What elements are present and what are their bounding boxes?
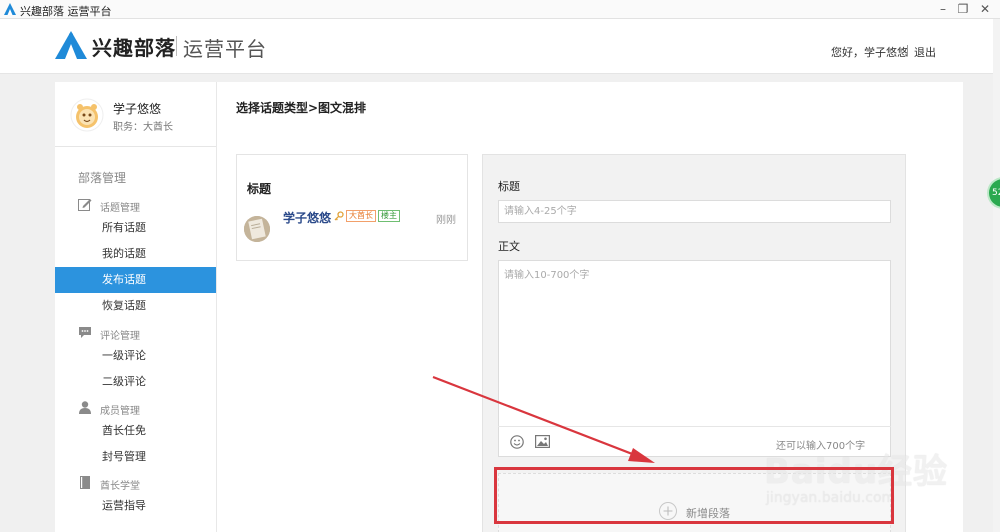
menu-item-all-topics[interactable]: 所有话题: [55, 215, 216, 241]
image-icon[interactable]: [535, 435, 550, 448]
breadcrumb: 选择话题类型>图文混排: [236, 101, 367, 115]
window-titlebar: 兴趣部落 运营平台 – ❐ ✕: [0, 0, 1000, 19]
menu-item-level2-comments[interactable]: 二级评论: [55, 369, 216, 395]
user-icon: [79, 401, 91, 414]
menu-item-restore-topic[interactable]: 恢复话题: [55, 293, 216, 319]
editor-toolbar: 还可以输入700个字: [498, 426, 891, 457]
chief-badge: 大酋长: [346, 210, 376, 222]
menu-item-my-topics[interactable]: 我的话题: [55, 241, 216, 267]
book-icon: [80, 476, 90, 489]
main-panel: 选择话题类型>图文混排 标题 学子悠悠 大酋长 楼主 刚刚 标题 请输入4-25…: [216, 82, 963, 532]
greeting-text: 您好，学子悠悠: [831, 46, 908, 59]
preview-title: 标题: [247, 182, 272, 196]
logo-subtitle: 运营平台: [183, 37, 267, 61]
title-label: 标题: [498, 180, 520, 193]
menu-item-chief-appoint[interactable]: 酋长任免: [55, 418, 216, 444]
title-input[interactable]: 请输入4-25个字: [498, 200, 891, 223]
section-title: 部落管理: [78, 171, 127, 185]
owner-badge: 楼主: [378, 210, 400, 222]
header-divider: [907, 45, 908, 56]
menu-item-publish-topic[interactable]: 发布话题: [55, 267, 216, 293]
body-label: 正文: [498, 240, 520, 253]
user-role: 职务：大酋长: [113, 122, 173, 133]
user-profile: 学子悠悠 职务：大酋长: [55, 82, 216, 147]
menu-item-level1-comments[interactable]: 一级评论: [55, 343, 216, 369]
menu-item-ban-manage[interactable]: 封号管理: [55, 444, 216, 470]
user-name: 学子悠悠: [113, 102, 162, 116]
preview-author: 学子悠悠: [283, 211, 332, 225]
menu-group-label: 成员管理: [100, 406, 140, 417]
sidebar: 学子悠悠 职务：大酋长 部落管理 话题管理 所有话题 我的话题 发布话题 恢复话…: [55, 82, 216, 532]
float-badge[interactable]: 52: [987, 177, 1000, 209]
preview-avatar: [244, 216, 270, 242]
preview-time: 刚刚: [436, 215, 456, 226]
logo-divider: [176, 36, 177, 56]
app-header: 兴趣部落 运营平台 您好，学子悠悠 退出: [0, 19, 993, 74]
body-placeholder: 请输入10-700个字: [504, 270, 590, 281]
app-icon: [4, 3, 16, 15]
menu-group-label: 评论管理: [100, 331, 140, 342]
window-title: 兴趣部落 运营平台: [20, 5, 112, 18]
close-icon[interactable]: ✕: [977, 1, 993, 17]
menu-group-label: 话题管理: [100, 203, 140, 214]
logout-link[interactable]: 退出: [914, 44, 936, 60]
char-count: 还可以输入700个字: [776, 441, 866, 452]
annotation-highlight-box: [494, 467, 894, 524]
logo-icon: [55, 31, 87, 59]
vertical-scrollbar[interactable]: [993, 19, 1000, 532]
minimize-icon[interactable]: –: [935, 1, 951, 17]
edit-icon: [78, 199, 92, 211]
avatar[interactable]: [70, 98, 104, 132]
key-icon: [334, 211, 344, 221]
comment-icon: [79, 327, 91, 338]
emoji-icon[interactable]: [510, 435, 524, 449]
menu-group-label: 酋长学堂: [100, 481, 140, 492]
restore-icon[interactable]: ❐: [955, 1, 971, 17]
logo-text: 兴趣部落: [92, 36, 176, 60]
preview-card: 标题 学子悠悠 大酋长 楼主 刚刚: [236, 154, 468, 261]
menu-item-ops-guide[interactable]: 运营指导: [55, 493, 216, 519]
